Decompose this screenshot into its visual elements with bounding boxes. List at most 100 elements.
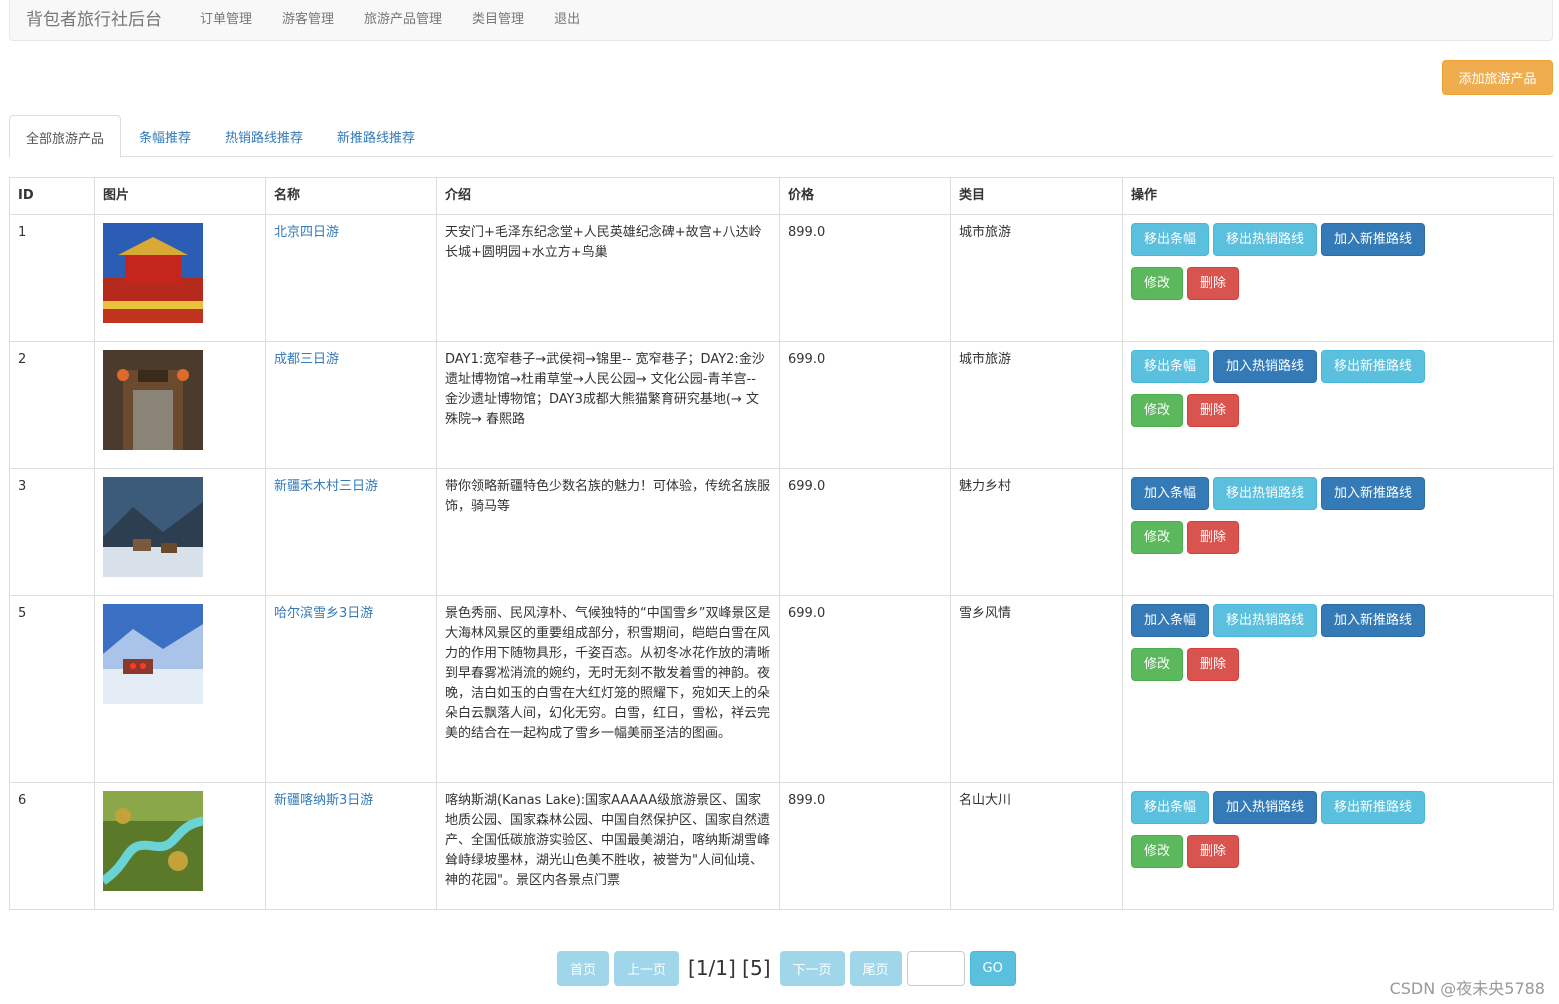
header-intro: 介绍	[436, 177, 780, 215]
cell-image	[94, 595, 266, 783]
product-image	[103, 350, 203, 450]
delete-button[interactable]: 删除	[1187, 648, 1240, 681]
add-new-route-button[interactable]: 加入新推路线	[1321, 604, 1426, 637]
go-button[interactable]: GO	[969, 950, 1016, 986]
edit-button[interactable]: 修改	[1131, 835, 1184, 868]
add-hot-route-button[interactable]: 加入热销路线	[1213, 791, 1318, 824]
remove-hot-route-button[interactable]: 移出热销路线	[1213, 604, 1318, 637]
pagination: 首页 上一页 [1/1] [5] 下一页 尾页 GO	[557, 950, 1016, 986]
nav-link-categories[interactable]: 类目管理	[472, 8, 524, 27]
cell-actions: 移出条幅 加入热销路线 移出新推路线 修改 删除	[1122, 782, 1554, 910]
cell-name: 北京四日游	[265, 214, 437, 342]
cell-id: 6	[9, 782, 95, 910]
add-new-route-button[interactable]: 加入新推路线	[1321, 223, 1426, 256]
nav-links: 订单管理 游客管理 旅游产品管理 类目管理 退出	[200, 8, 610, 27]
cell-id: 3	[9, 468, 95, 596]
cell-image	[94, 341, 266, 469]
table-row: 3 新疆禾木村三日游 带你领略新疆特色少数名族的魅力！可体验，传统名族服饰，骑马…	[9, 468, 1554, 596]
cell-actions: 移出条幅 移出热销路线 加入新推路线 修改 删除	[1122, 214, 1554, 342]
product-name-link[interactable]: 新疆喀纳斯3日游	[274, 793, 373, 808]
tab-hot-routes[interactable]: 热销路线推荐	[209, 115, 319, 157]
product-image	[103, 477, 203, 577]
cell-category: 魅力乡村	[950, 468, 1123, 596]
header-name: 名称	[265, 177, 437, 215]
nav-link-logout[interactable]: 退出	[554, 8, 580, 27]
cell-price: 899.0	[779, 214, 951, 342]
edit-button[interactable]: 修改	[1131, 648, 1184, 681]
remove-hot-route-button[interactable]: 移出热销路线	[1213, 477, 1318, 510]
add-new-route-button[interactable]: 加入新推路线	[1321, 477, 1426, 510]
brand-title[interactable]: 背包者旅行社后台	[26, 5, 162, 30]
cell-price: 699.0	[779, 595, 951, 783]
cell-image	[94, 782, 266, 910]
cell-price: 699.0	[779, 341, 951, 469]
tab-all-products[interactable]: 全部旅游产品	[9, 115, 122, 158]
remove-new-route-button[interactable]: 移出新推路线	[1321, 350, 1426, 383]
tab-banner[interactable]: 条幅推荐	[123, 115, 207, 157]
product-image	[103, 223, 203, 323]
header-price: 价格	[779, 177, 951, 215]
cell-intro: 景色秀丽、民风淳朴、气候独特的“中国雪乡”双峰景区是大海林风景区的重要组成部分，…	[436, 595, 780, 783]
add-banner-button[interactable]: 加入条幅	[1131, 477, 1210, 510]
remove-new-route-button[interactable]: 移出新推路线	[1321, 791, 1426, 824]
product-tabs: 全部旅游产品 条幅推荐 热销路线推荐 新推路线推荐	[9, 115, 1553, 158]
first-page-button[interactable]: 首页	[557, 950, 610, 986]
product-image	[103, 604, 203, 704]
table-row: 2 成都三日游 DAY1:宽窄巷子→武侯祠→锦里-- 宽窄巷子；DAY2:金沙遗…	[9, 341, 1554, 469]
edit-button[interactable]: 修改	[1131, 267, 1184, 300]
cell-id: 2	[9, 341, 95, 469]
cell-image	[94, 468, 266, 596]
cell-actions: 移出条幅 加入热销路线 移出新推路线 修改 删除	[1122, 341, 1554, 469]
cell-name: 新疆喀纳斯3日游	[265, 782, 437, 910]
remove-banner-button[interactable]: 移出条幅	[1131, 791, 1210, 824]
cell-id: 1	[9, 214, 95, 342]
delete-button[interactable]: 删除	[1187, 835, 1240, 868]
next-page-button[interactable]: 下一页	[779, 950, 845, 986]
add-product-button[interactable]: 添加旅游产品	[1442, 60, 1553, 95]
header-image: 图片	[94, 177, 266, 215]
cell-name: 新疆禾木村三日游	[265, 468, 437, 596]
cell-price: 899.0	[779, 782, 951, 910]
product-name-link[interactable]: 成都三日游	[274, 352, 339, 367]
cell-actions: 加入条幅 移出热销路线 加入新推路线 修改 删除	[1122, 595, 1554, 783]
cell-actions: 加入条幅 移出热销路线 加入新推路线 修改 删除	[1122, 468, 1554, 596]
table-row: 1 北京四日游 天安门+毛泽东纪念堂+人民英雄纪念碑+故宫+八达岭长城+圆明园+…	[9, 214, 1554, 342]
header-actions: 操作	[1122, 177, 1554, 215]
page-number-input[interactable]	[906, 950, 965, 986]
product-image	[103, 791, 203, 891]
cell-category: 名山大川	[950, 782, 1123, 910]
nav-link-products[interactable]: 旅游产品管理	[364, 8, 442, 27]
nav-link-tourists[interactable]: 游客管理	[282, 8, 334, 27]
nav-link-orders[interactable]: 订单管理	[200, 8, 252, 27]
cell-id: 5	[9, 595, 95, 783]
prev-page-button[interactable]: 上一页	[614, 950, 680, 986]
table-header-row: ID 图片 名称 介绍 价格 类目 操作	[9, 177, 1554, 215]
delete-button[interactable]: 删除	[1187, 521, 1240, 554]
cell-name: 成都三日游	[265, 341, 437, 469]
cell-intro: 喀纳斯湖(Kanas Lake):国家AAAAA级旅游景区、国家地质公园、国家森…	[436, 782, 780, 910]
add-hot-route-button[interactable]: 加入热销路线	[1213, 350, 1318, 383]
product-table: ID 图片 名称 介绍 价格 类目 操作 1 北京四日游 天安门+毛泽东纪念堂+…	[9, 177, 1554, 910]
product-name-link[interactable]: 北京四日游	[274, 225, 339, 240]
edit-button[interactable]: 修改	[1131, 394, 1184, 427]
cell-intro: 天安门+毛泽东纪念堂+人民英雄纪念碑+故宫+八达岭长城+圆明园+水立方+鸟巢	[436, 214, 780, 342]
cell-category: 雪乡风情	[950, 595, 1123, 783]
last-page-button[interactable]: 尾页	[849, 950, 902, 986]
product-name-link[interactable]: 哈尔滨雪乡3日游	[274, 606, 373, 621]
add-banner-button[interactable]: 加入条幅	[1131, 604, 1210, 637]
page-info: [1/1] [5]	[688, 956, 771, 980]
cell-intro: 带你领略新疆特色少数名族的魅力！可体验，传统名族服饰，骑马等	[436, 468, 780, 596]
watermark: CSDN @夜未央5788	[1389, 979, 1545, 998]
remove-hot-route-button[interactable]: 移出热销路线	[1213, 223, 1318, 256]
cell-category: 城市旅游	[950, 341, 1123, 469]
remove-banner-button[interactable]: 移出条幅	[1131, 223, 1210, 256]
edit-button[interactable]: 修改	[1131, 521, 1184, 554]
header-category: 类目	[950, 177, 1123, 215]
delete-button[interactable]: 删除	[1187, 394, 1240, 427]
remove-banner-button[interactable]: 移出条幅	[1131, 350, 1210, 383]
delete-button[interactable]: 删除	[1187, 267, 1240, 300]
cell-name: 哈尔滨雪乡3日游	[265, 595, 437, 783]
product-name-link[interactable]: 新疆禾木村三日游	[274, 479, 378, 494]
tab-new-routes[interactable]: 新推路线推荐	[321, 115, 431, 157]
table-row: 5 哈尔滨雪乡3日游 景色秀丽、民风淳朴、气候独特的“中国雪乡”双峰景区是大海林…	[9, 595, 1554, 783]
